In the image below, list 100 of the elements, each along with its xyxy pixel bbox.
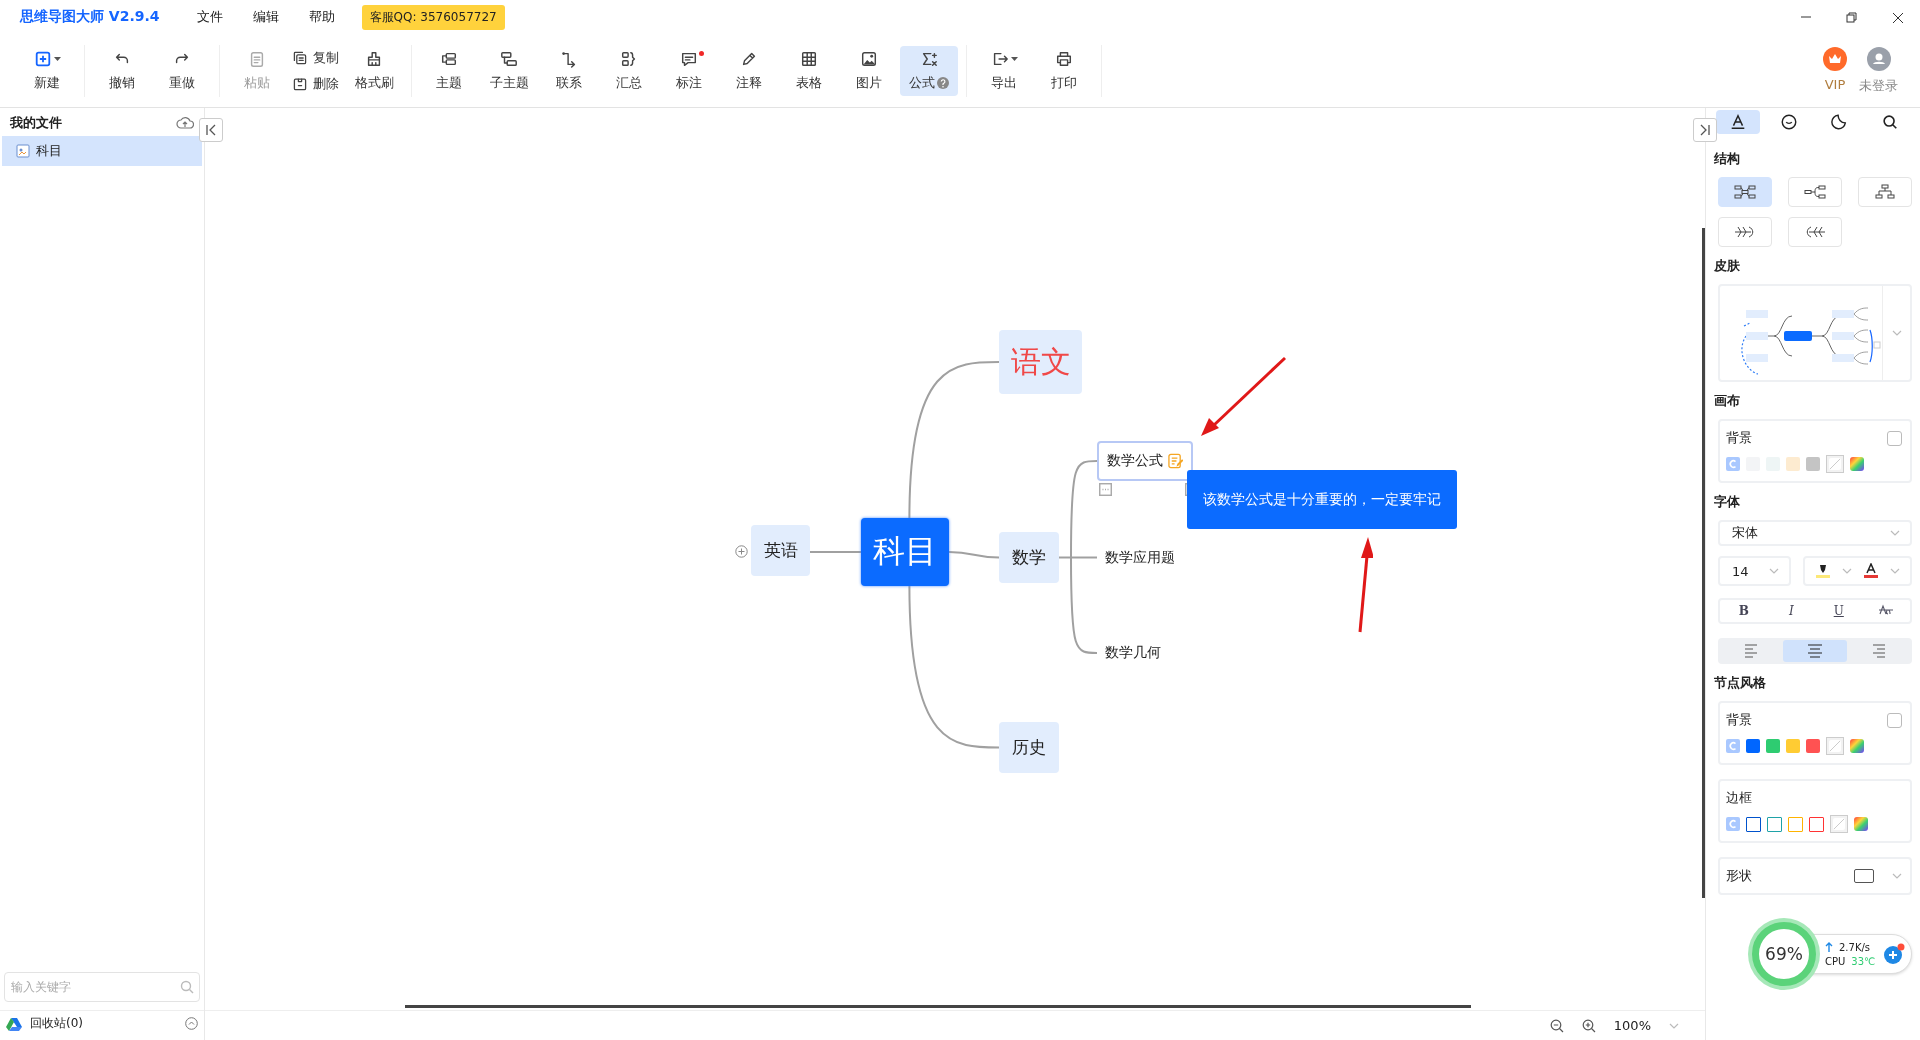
handle-icon[interactable] (1099, 483, 1112, 496)
toolbar-button[interactable]: 公式 (900, 45, 958, 96)
color-swatch[interactable] (1786, 739, 1800, 753)
structure-option[interactable] (1858, 177, 1912, 207)
color-swatch[interactable] (1806, 739, 1820, 753)
panel-tab[interactable] (1716, 110, 1760, 134)
color-swatch[interactable] (1786, 457, 1800, 471)
align-center-icon (1807, 643, 1823, 659)
toolbar-button[interactable]: 表格 (780, 45, 838, 96)
toolbar-button[interactable]: 联系 (540, 45, 598, 96)
collapse-up-icon[interactable] (185, 1017, 198, 1030)
scrollbar[interactable] (405, 1005, 1471, 1008)
help-icon (937, 77, 949, 89)
color-swatch[interactable] (1766, 739, 1780, 753)
user-icon (1866, 46, 1891, 71)
color-picker[interactable] (1803, 556, 1912, 586)
skin-selector[interactable] (1718, 284, 1912, 382)
topic-icon (440, 50, 458, 68)
recycle-bin-link[interactable]: 回收站(0) (30, 1015, 177, 1032)
auto-color-icon[interactable] (1726, 457, 1740, 471)
color-swatch[interactable] (1806, 457, 1820, 471)
collapse-left-icon (205, 124, 217, 136)
sigma-icon (920, 50, 938, 68)
zoom-in-icon[interactable] (1581, 1018, 1596, 1033)
subtopic-node[interactable]: 数学应用题 (1097, 538, 1183, 578)
mind-map-icon (1734, 184, 1756, 200)
color-wheel-icon[interactable] (1854, 817, 1868, 831)
file-item[interactable]: 科目 (2, 136, 202, 166)
checkbox[interactable] (1887, 712, 1902, 728)
toolbar-button[interactable]: 撤销 (93, 45, 151, 96)
font-size-select[interactable]: 14 (1718, 556, 1791, 586)
toolbar-button[interactable]: 导出 (975, 45, 1033, 96)
format-button[interactable]: I (1773, 601, 1810, 621)
add-icon[interactable] (1883, 943, 1906, 965)
toolbar-button[interactable]: 主题 (420, 45, 478, 96)
restore-icon[interactable] (1845, 11, 1857, 23)
zoom-out-icon[interactable] (1549, 1018, 1564, 1033)
printer-icon (1055, 50, 1073, 68)
structure-option[interactable] (1788, 177, 1842, 207)
topic-node[interactable]: 数学 (999, 532, 1059, 583)
format-button[interactable]: B (1725, 601, 1762, 621)
subtopic-node[interactable]: 数学公式 (1097, 441, 1193, 481)
border-swatch[interactable] (1809, 816, 1824, 832)
border-swatch[interactable] (1788, 816, 1803, 832)
connector-line (809, 551, 862, 553)
no-color-icon[interactable] (1826, 455, 1844, 473)
toolbar-button[interactable]: 图片 (840, 45, 898, 96)
shape-select[interactable] (1854, 869, 1874, 883)
toolbar-button[interactable]: 格式刷 (345, 45, 403, 96)
toolbar-button[interactable]: 删除 (288, 72, 343, 95)
toolbar-button[interactable]: 标注 (660, 45, 718, 96)
note-icon (1168, 453, 1183, 469)
border-swatch[interactable] (1767, 816, 1782, 832)
structure-option[interactable] (1718, 177, 1772, 207)
auto-color-icon[interactable] (1726, 739, 1740, 753)
collapse-sidebar-button[interactable] (199, 118, 223, 142)
subtopic-node[interactable]: 数学几何 (1097, 633, 1169, 673)
topic-node[interactable]: 历史 (999, 722, 1059, 773)
border-swatch[interactable] (1746, 816, 1761, 832)
menu-item[interactable]: 文件 (181, 8, 238, 26)
topic-node[interactable]: 英语 (751, 525, 810, 576)
format-button[interactable]: U (1820, 601, 1857, 621)
zoom-level[interactable]: 100% (1613, 1018, 1651, 1033)
note-tooltip: 该数学公式是十分重要的，一定要牢记 (1187, 470, 1457, 529)
structure-option[interactable] (1788, 217, 1842, 247)
no-color-icon[interactable] (1826, 737, 1844, 755)
drive-icon (6, 1016, 22, 1031)
scrollbar[interactable] (1702, 228, 1705, 898)
auto-color-icon[interactable] (1726, 817, 1740, 831)
color-wheel-icon[interactable] (1850, 457, 1864, 471)
vip-button[interactable]: VIP (1823, 46, 1847, 95)
sidebar-title: 我的文件 (10, 114, 62, 132)
login-button[interactable]: 未登录 (1859, 46, 1898, 95)
expand-panel-button[interactable] (1693, 118, 1717, 142)
toolbar-button[interactable]: 子主题 (480, 45, 538, 96)
color-wheel-icon[interactable] (1850, 739, 1864, 753)
menu-item[interactable]: 帮助 (293, 8, 350, 26)
checkbox[interactable] (1887, 430, 1902, 446)
dropdown-caret-icon (53, 56, 61, 62)
align-button[interactable] (1783, 640, 1847, 662)
text-color-icon[interactable] (1863, 563, 1880, 579)
central-topic[interactable]: 科目 (861, 518, 949, 586)
strikethrough-icon (1879, 603, 1894, 616)
toolbar-button[interactable]: 汇总 (600, 45, 658, 96)
close-icon[interactable] (1891, 11, 1903, 23)
font-family-select[interactable]: 宋体 (1718, 520, 1912, 546)
toolbar-button[interactable]: 复制 (288, 46, 343, 69)
toolbar-button[interactable]: 新建 (18, 45, 76, 96)
no-color-icon[interactable] (1830, 815, 1848, 833)
cloud-sync-icon[interactable] (176, 116, 194, 130)
structure-option[interactable] (1718, 217, 1772, 247)
toolbar-button[interactable]: 打印 (1035, 45, 1093, 96)
toolbar-button[interactable]: 重做 (153, 45, 211, 96)
toolbar-button[interactable]: 注释 (720, 45, 778, 96)
menu-item[interactable]: 编辑 (237, 8, 294, 26)
expand-plus-icon[interactable] (735, 544, 748, 558)
color-swatch[interactable] (1746, 739, 1760, 753)
search-icon[interactable] (180, 980, 194, 994)
highlighter-icon[interactable] (1814, 563, 1831, 579)
search-field[interactable]: 输入关键字 (4, 972, 200, 1002)
